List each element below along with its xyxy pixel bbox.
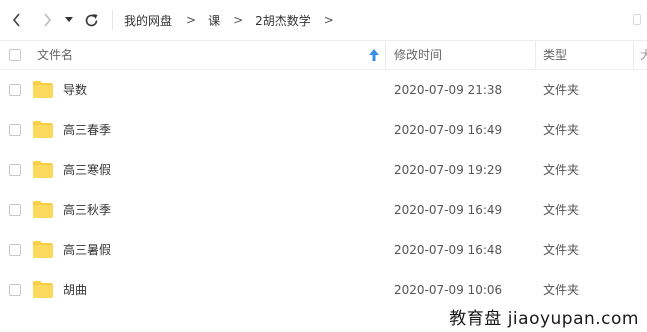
history-dropdown-button[interactable]	[62, 10, 76, 30]
file-name[interactable]: 导数	[63, 70, 87, 110]
column-header-type[interactable]: 类型	[543, 41, 567, 69]
column-divider[interactable]	[385, 41, 386, 69]
folder-icon	[33, 201, 53, 218]
row-checkbox[interactable]	[9, 124, 21, 136]
breadcrumb-current-folder[interactable]: 2胡杰数学	[255, 12, 311, 29]
breadcrumb: 我的网盘 > 课 > 2胡杰数学 >	[124, 11, 334, 29]
breadcrumb-separator: >	[233, 13, 244, 27]
column-header-name[interactable]: 文件名	[37, 41, 73, 69]
modified-time: 2020-07-09 21:38	[394, 83, 503, 97]
folder-icon	[33, 81, 53, 98]
modified-time: 2020-07-09 19:29	[394, 163, 503, 177]
modified-time: 2020-07-09 16:49	[394, 123, 503, 137]
file-type: 文件夹	[543, 123, 580, 137]
row-checkbox[interactable]	[9, 84, 21, 96]
column-header-size-truncated[interactable]: 大	[640, 41, 647, 69]
breadcrumb-my-drive[interactable]: 我的网盘	[124, 12, 172, 29]
row-checkbox[interactable]	[9, 164, 21, 176]
list-item[interactable]: 高三秋季 2020-07-09 16:49 文件夹	[0, 190, 647, 230]
list-item[interactable]: 导数 2020-07-09 21:38 文件夹	[0, 70, 647, 110]
modified-time: 2020-07-09 16:48	[394, 243, 503, 257]
file-type: 文件夹	[543, 243, 580, 257]
table-header: 文件名 修改时间 类型 大	[0, 40, 647, 70]
nav-divider	[112, 10, 113, 30]
row-checkbox[interactable]	[9, 284, 21, 296]
dropdown-caret-icon	[65, 17, 73, 22]
file-type: 文件夹	[543, 163, 580, 177]
file-name[interactable]: 高三寒假	[63, 150, 111, 190]
file-name[interactable]: 高三春季	[63, 110, 111, 150]
list-item[interactable]: 高三寒假 2020-07-09 19:29 文件夹	[0, 150, 647, 190]
folder-icon	[33, 121, 53, 138]
breadcrumb-course[interactable]: 课	[208, 12, 220, 29]
sort-up-icon[interactable]	[369, 49, 379, 61]
column-divider[interactable]	[535, 41, 536, 69]
forward-arrow-icon	[44, 13, 52, 27]
breadcrumb-separator: >	[186, 13, 197, 27]
select-all-checkbox[interactable]	[9, 49, 21, 61]
file-type: 文件夹	[543, 203, 580, 217]
file-name[interactable]: 高三暑假	[63, 230, 111, 270]
back-button[interactable]	[7, 10, 27, 30]
back-arrow-icon	[12, 13, 20, 27]
column-header-modified[interactable]: 修改时间	[394, 41, 442, 69]
list-item[interactable]: 高三暑假 2020-07-09 16:48 文件夹	[0, 230, 647, 270]
breadcrumb-separator: >	[323, 13, 334, 27]
refresh-button[interactable]	[81, 10, 101, 30]
scroll-indicator	[633, 14, 641, 25]
column-divider[interactable]	[633, 41, 634, 69]
file-type: 文件夹	[543, 83, 580, 97]
folder-icon	[33, 161, 53, 178]
folder-icon	[33, 281, 53, 298]
row-checkbox[interactable]	[9, 244, 21, 256]
file-name[interactable]: 高三秋季	[63, 190, 111, 230]
refresh-icon	[85, 13, 97, 26]
file-name[interactable]: 胡曲	[63, 270, 87, 310]
folder-icon	[33, 241, 53, 258]
list-item[interactable]: 高三春季 2020-07-09 16:49 文件夹	[0, 110, 647, 150]
navigation-bar: 我的网盘 > 课 > 2胡杰数学 >	[0, 0, 647, 40]
watermark: 教育盘 jiaoyupan.com	[447, 304, 641, 329]
forward-button[interactable]	[37, 10, 57, 30]
modified-time: 2020-07-09 16:49	[394, 203, 503, 217]
row-checkbox[interactable]	[9, 204, 21, 216]
